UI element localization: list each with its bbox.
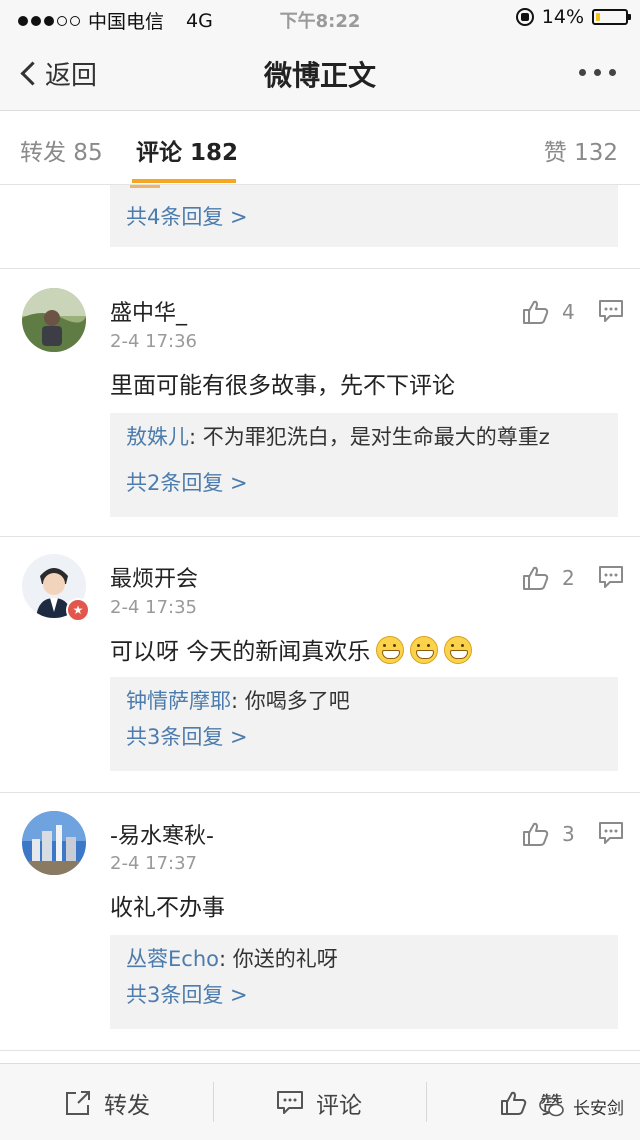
tab-likes[interactable]: 赞 132 (544, 133, 618, 167)
tab-bar: 转发 85 评论 182 赞 132 (0, 111, 640, 185)
avatar[interactable] (22, 811, 86, 875)
comment-text: 收礼不办事 (110, 895, 225, 921)
share-icon (66, 1091, 90, 1115)
thumbs-up-icon (523, 822, 549, 846)
reply-author[interactable]: 敖姝儿 (126, 425, 189, 449)
comment-time: 2-4 17:35 (110, 597, 197, 618)
grin-emoji-icon (444, 636, 473, 664)
reply-author[interactable]: 丛蓉Echo (126, 947, 219, 971)
thumbs-up-icon (501, 1091, 527, 1115)
reply-icon[interactable] (598, 565, 624, 593)
wechat-logo-icon (539, 1096, 564, 1116)
comment-icon (277, 1091, 303, 1114)
like-button[interactable]: 2 (522, 565, 575, 591)
comment-list[interactable]: 共4条回复 > 盛中华_ 2-4 17:36 4 里面可能有很多故事，先不下评论… (0, 185, 640, 1063)
thumbs-up-icon (523, 300, 549, 324)
reply-icon[interactable] (598, 299, 624, 327)
comment-text: 里面可能有很多故事，先不下评论 (110, 373, 455, 399)
like-button[interactable]: 4 (522, 299, 575, 325)
reply-icon[interactable] (598, 821, 624, 849)
commenter-name[interactable]: 盛中华_ (110, 295, 187, 327)
divider (0, 536, 640, 537)
reply-count-link[interactable]: 共4条回复 > (126, 205, 248, 229)
grin-emoji-icon (410, 636, 439, 664)
grin-emoji-icon (376, 636, 405, 664)
reply-preview[interactable]: 钟情萨摩耶: 你喝多了吧 共3条回复 > (110, 677, 618, 771)
comment-time: 2-4 17:36 (110, 331, 197, 352)
like-count: 4 (562, 300, 575, 324)
commenter-name[interactable]: -易水寒秋- (110, 818, 214, 850)
navigation-bar: 返回 微博正文 (0, 36, 640, 111)
reply-text: : 不为罪犯洗白，是对生命最大的尊重z (189, 425, 550, 449)
divider (0, 1050, 640, 1051)
reply-text: : 你送的礼呀 (218, 947, 338, 971)
thumbs-up-icon (523, 566, 549, 590)
reply-preview[interactable]: 敖姝儿: 不为罪犯洗白，是对生命最大的尊重z 共2条回复 > (110, 413, 618, 517)
reply-author[interactable]: 钟情萨摩耶 (126, 689, 231, 713)
watermark: 长安剑 (539, 1094, 624, 1119)
comment-label: 评论 (316, 1093, 362, 1119)
divider (0, 792, 640, 793)
bottom-action-bar: 转发 评论 赞 长安剑 (0, 1063, 640, 1140)
reply-count-link[interactable]: 共3条回复 > (126, 725, 248, 749)
comment-text: 可以呀 今天的新闻真欢乐 (110, 639, 371, 665)
comment-text-row: 可以呀 今天的新闻真欢乐 (110, 632, 473, 666)
repost-button[interactable]: 转发 (64, 1086, 150, 1120)
watermark-text: 长安剑 (573, 1099, 624, 1119)
orientation-lock-icon (515, 8, 534, 26)
page-title: 微博正文 (263, 59, 376, 92)
like-button[interactable]: 3 (522, 821, 575, 847)
reply-count-link[interactable]: 共2条回复 > (126, 471, 248, 495)
battery-percent: 14% (541, 6, 584, 28)
comment-button[interactable]: 评论 (276, 1086, 362, 1120)
reply-count-link[interactable]: 共3条回复 > (126, 983, 248, 1007)
comment-time: 2-4 17:37 (110, 853, 197, 874)
divider (213, 1082, 214, 1122)
reply-text: : 你喝多了吧 (231, 689, 350, 713)
divider (426, 1082, 427, 1122)
tab-reposts[interactable]: 转发 85 (20, 133, 103, 167)
status-bar: 中国电信 4G 下午8:22 14% (0, 0, 640, 36)
commenter-name[interactable]: 最烦开会 (110, 561, 198, 593)
reply-preview[interactable]: 共4条回复 > (110, 185, 618, 247)
divider (0, 268, 640, 269)
repost-label: 转发 (104, 1093, 150, 1119)
verified-badge-icon: ★ (66, 598, 90, 622)
active-tab-indicator (132, 179, 236, 183)
avatar[interactable] (22, 288, 86, 352)
more-options-icon[interactable] (579, 69, 616, 76)
reply-preview[interactable]: 丛蓉Echo: 你送的礼呀 共3条回复 > (110, 935, 618, 1029)
like-count: 3 (562, 822, 575, 846)
battery-icon (592, 9, 631, 25)
like-count: 2 (562, 566, 575, 590)
tab-comments[interactable]: 评论 182 (136, 133, 238, 167)
